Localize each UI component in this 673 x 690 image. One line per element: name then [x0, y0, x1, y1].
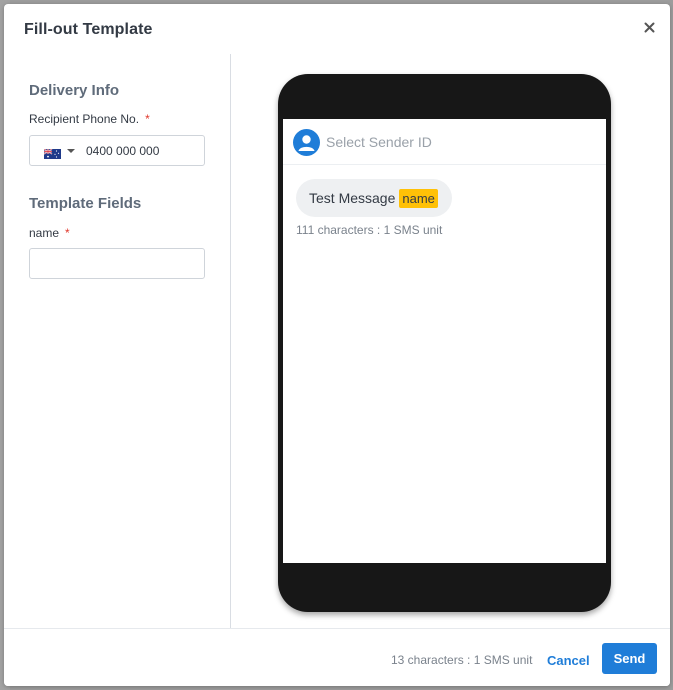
country-dropdown-caret-icon[interactable] [67, 149, 75, 153]
close-icon [644, 22, 655, 33]
recipient-phone-field[interactable] [29, 135, 205, 166]
name-input[interactable] [29, 248, 205, 279]
au-flag-icon[interactable] [43, 146, 61, 159]
template-fields-heading: Template Fields [29, 195, 142, 212]
footer-char-count: 13 characters : 1 SMS unit [391, 653, 533, 667]
send-button[interactable]: Send [602, 643, 657, 674]
delivery-info-heading: Delivery Info [29, 82, 120, 99]
recipient-phone-label: Recipient Phone No. * [29, 112, 150, 126]
required-marker: * [65, 226, 70, 240]
name-field-label-text: name [29, 226, 60, 240]
template-field-tag: name [399, 188, 438, 208]
sender-id-placeholder: Select Sender ID [326, 134, 432, 150]
modal-title: Fill-out Template [24, 21, 153, 38]
message-text: Test Message [309, 190, 396, 206]
modal-footer: 13 characters : 1 SMS unit Cancel Send [4, 628, 670, 686]
cancel-button[interactable]: Cancel [547, 653, 590, 668]
close-button[interactable] [640, 18, 658, 36]
phone-screen: Select Sender ID Test Message name 111 c… [283, 119, 606, 563]
form-pane: Delivery Info Recipient Phone No. * 0400… [4, 54, 231, 628]
preview-char-count: 111 characters : 1 SMS unit [296, 223, 443, 237]
sender-id-selector[interactable]: Select Sender ID [283, 119, 606, 165]
phone-number-input[interactable] [86, 142, 196, 160]
recipient-phone-label-text: Recipient Phone No. [29, 112, 140, 126]
required-marker: * [145, 112, 150, 126]
name-field-label: name * [29, 226, 70, 240]
message-bubble: Test Message name [296, 179, 452, 217]
phone-preview: Select Sender ID Test Message name 111 c… [278, 74, 611, 612]
fill-out-template-modal: Fill-out Template Delivery Info Recipien… [4, 4, 670, 686]
user-avatar-icon [293, 129, 320, 156]
